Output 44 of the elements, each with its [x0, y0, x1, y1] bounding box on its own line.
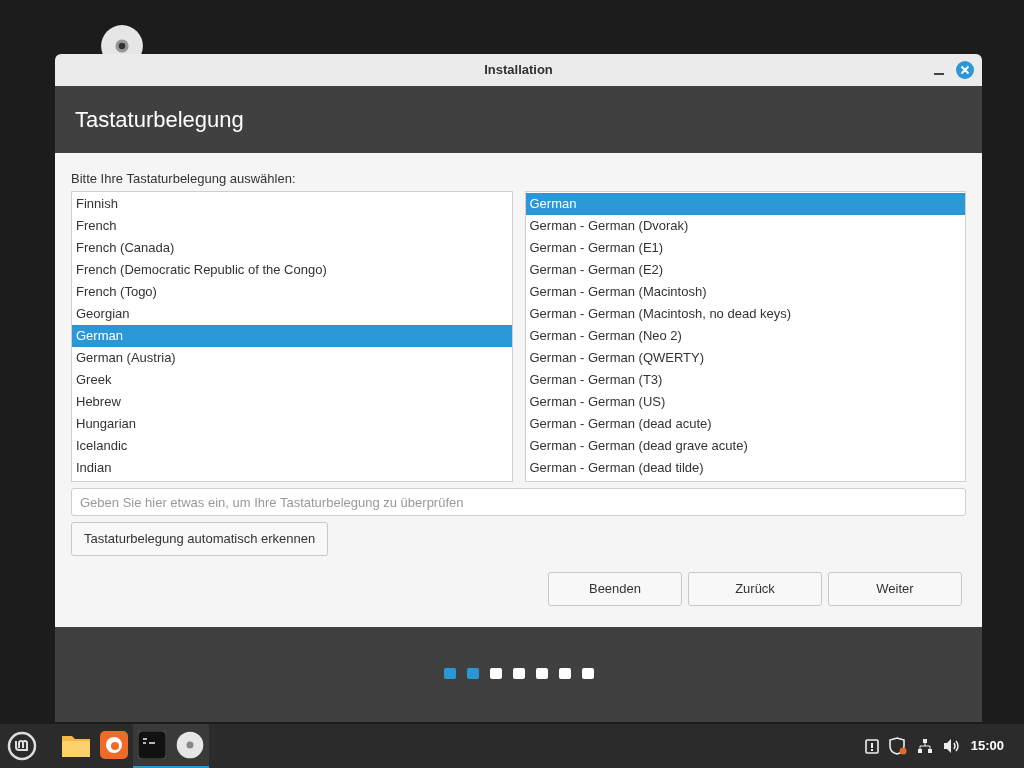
list-item[interactable]: German - German (E1) [525, 237, 965, 259]
nav-button[interactable]: Beenden [548, 572, 682, 606]
shield-icon[interactable] [888, 737, 907, 755]
nav-button[interactable]: Zurück [688, 572, 822, 606]
volume-icon[interactable] [942, 738, 961, 754]
close-icon[interactable] [956, 61, 974, 79]
clipboard-icon[interactable] [864, 738, 879, 754]
list-item[interactable]: French (Democratic Republic of the Congo) [72, 259, 512, 281]
taskbar-app[interactable] [171, 724, 209, 768]
list-item[interactable]: Greek [72, 369, 512, 391]
prompt-label: Bitte Ihre Tastaturbelegung auswählen: [71, 170, 297, 188]
detect-button[interactable]: Tastaturbelegung automatisch erkennen [71, 522, 329, 556]
list-item[interactable]: Hebrew [72, 391, 512, 413]
list-item[interactable]: Icelandic [72, 435, 512, 457]
list-item[interactable]: Indian [72, 457, 512, 479]
clock[interactable]: 15:00 [970, 736, 1004, 756]
list-item[interactable]: German - German (T3) [525, 369, 965, 391]
list-item[interactable]: French [72, 215, 512, 237]
nav-button[interactable]: Weiter [828, 572, 962, 606]
list-item[interactable]: Georgian [72, 303, 512, 325]
list-item[interactable]: German - German (dead acute) [525, 413, 965, 435]
list-item[interactable]: Hungarian [72, 413, 512, 435]
list-item[interactable]: German - German (QWERTY) [525, 347, 965, 369]
window-title: Installation [484, 61, 553, 80]
list-item[interactable]: German - German (dead grave acute) [525, 435, 965, 457]
list-item[interactable]: German (Austria) [72, 347, 512, 369]
browser-icon[interactable] [100, 731, 128, 759]
list-item[interactable]: German - German (Macintosh) [525, 281, 965, 303]
taskbar-app[interactable] [133, 724, 171, 768]
list-item[interactable]: German - German (US) [525, 391, 965, 413]
network-icon[interactable] [916, 738, 933, 754]
list-item[interactable]: German - German (Neo 2) [525, 325, 965, 347]
input-field[interactable]: Geben Sie hier etwas ein, um Ihre Tastaturbelegung zu überprüfen [71, 488, 966, 516]
list-item[interactable]: German - German (Dvorak) [525, 215, 965, 237]
list-item[interactable]: French (Togo) [72, 281, 512, 303]
disc-icon[interactable] [176, 731, 204, 759]
list-item[interactable]: German - German (E2) [525, 259, 965, 281]
page-title: Tastaturbelegung [75, 106, 244, 134]
list-item[interactable]: German - German (dead tilde) [525, 457, 965, 479]
list-item[interactable]: Finnish [72, 193, 512, 215]
list-item[interactable]: German - German (Macintosh, no dead keys) [525, 303, 965, 325]
menu-logo-icon[interactable] [7, 731, 37, 761]
terminal-icon[interactable] [138, 731, 166, 759]
list-item[interactable]: French (Canada) [72, 237, 512, 259]
